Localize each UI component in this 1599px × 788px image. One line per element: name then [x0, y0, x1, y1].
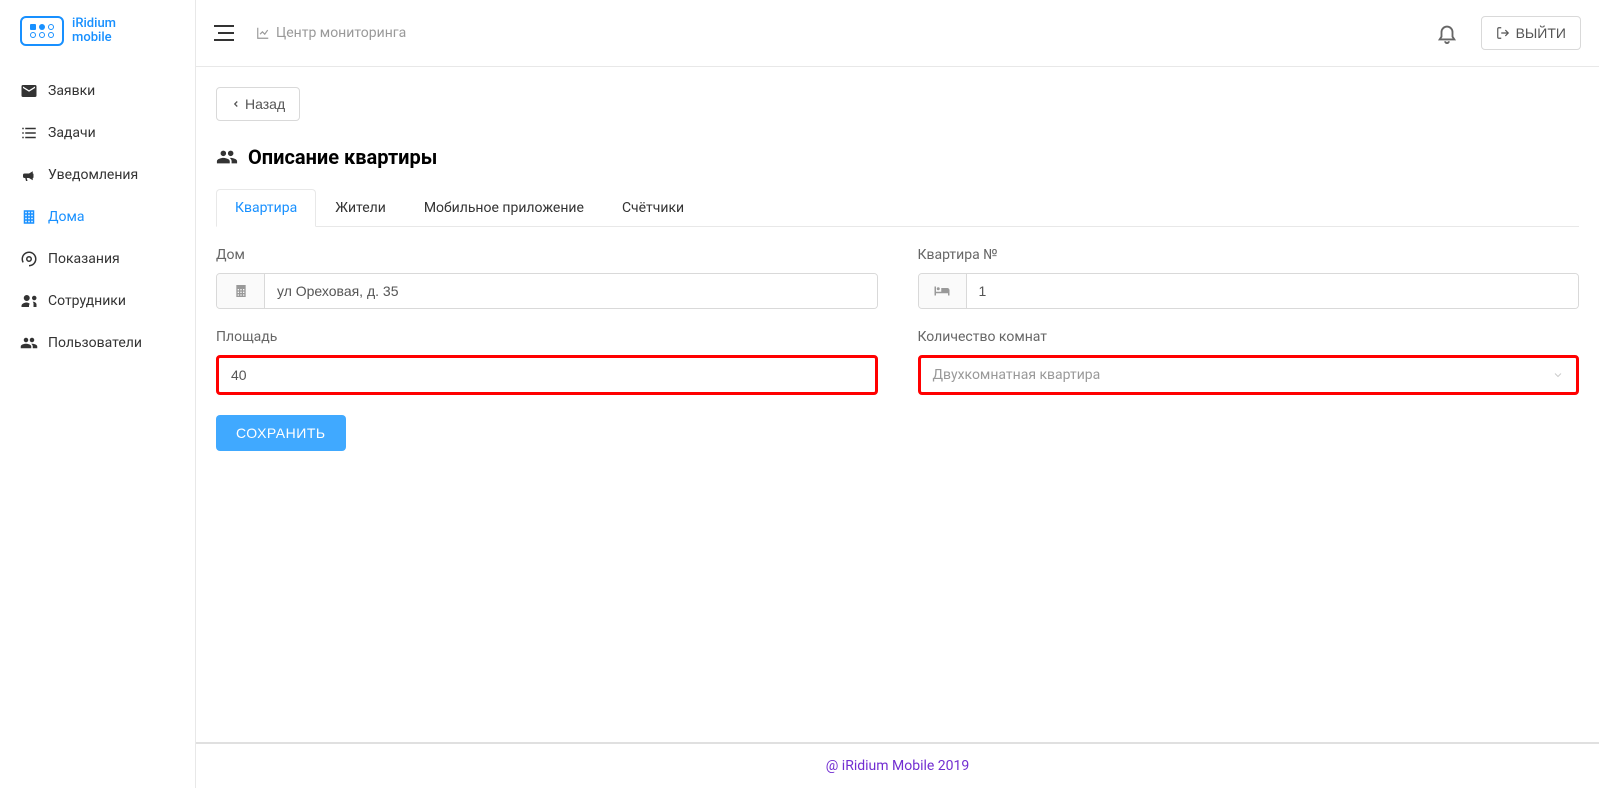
tab-meters[interactable]: Счётчики [603, 189, 703, 227]
nav-label: Пользователи [48, 335, 142, 351]
users-icon [20, 334, 38, 352]
page-title: Описание квартиры [248, 145, 437, 169]
nav-label: Дома [48, 209, 85, 225]
chevron-down-icon [1552, 369, 1564, 381]
logo-text: iRidium mobile [72, 17, 116, 46]
footer-text: @ iRidium Mobile 2019 [826, 758, 970, 774]
save-button[interactable]: СОХРАНИТЬ [216, 415, 346, 451]
content: Назад Описание квартиры Квартира Жители … [196, 67, 1599, 742]
tab-residents[interactable]: Жители [316, 189, 405, 227]
nav-item-tasks[interactable]: Задачи [0, 112, 195, 154]
users-cog-icon [20, 292, 38, 310]
logo[interactable]: iRidium mobile [0, 0, 195, 62]
building-icon [20, 208, 38, 226]
gauge-icon [20, 250, 38, 268]
nav: Заявки Задачи Уведомления Дома [0, 62, 195, 372]
nav-item-requests[interactable]: Заявки [0, 70, 195, 112]
logout-button[interactable]: ВЫЙТИ [1481, 16, 1581, 50]
nav-item-notifications[interactable]: Уведомления [0, 154, 195, 196]
logout-label: ВЫЙТИ [1516, 25, 1566, 41]
footer: @ iRidium Mobile 2019 [196, 742, 1599, 788]
area-input[interactable] [216, 355, 878, 395]
tab-apartment[interactable]: Квартира [216, 189, 316, 227]
main: Центр мониторинга ВЫЙТИ [196, 0, 1599, 788]
area-label: Площадь [216, 329, 878, 345]
list-icon [20, 124, 38, 142]
nav-item-users[interactable]: Пользователи [0, 322, 195, 364]
bed-icon [919, 274, 967, 308]
nav-label: Сотрудники [48, 293, 126, 309]
house-input-group [216, 273, 878, 309]
sidebar: iRidium mobile Заявки Задачи [0, 0, 196, 788]
topbar: Центр мониторинга ВЫЙТИ [196, 0, 1599, 67]
apt-input-group [918, 273, 1580, 309]
rooms-select[interactable]: Двухкомнатная квартира [918, 355, 1580, 395]
nav-label: Заявки [48, 83, 95, 99]
building-icon [217, 274, 265, 308]
nav-item-readings[interactable]: Показания [0, 238, 195, 280]
nav-item-employees[interactable]: Сотрудники [0, 280, 195, 322]
users-icon [216, 146, 238, 168]
back-label: Назад [245, 96, 285, 112]
back-button[interactable]: Назад [216, 87, 300, 121]
menu-toggle-button[interactable] [214, 25, 234, 41]
nav-label: Уведомления [48, 167, 138, 183]
rooms-label: Количество комнат [918, 329, 1580, 345]
chart-icon [256, 26, 270, 40]
monitoring-link[interactable]: Центр мониторинга [256, 25, 406, 41]
monitoring-label: Центр мониторинга [276, 25, 406, 41]
rooms-value: Двухкомнатная квартира [933, 367, 1101, 383]
save-label: СОХРАНИТЬ [236, 425, 326, 441]
house-label: Дом [216, 247, 878, 263]
bell-icon [1436, 22, 1458, 44]
megaphone-icon [20, 166, 38, 184]
tab-mobile-app[interactable]: Мобильное приложение [405, 189, 603, 227]
nav-label: Показания [48, 251, 120, 267]
nav-label: Задачи [48, 125, 96, 141]
page-header: Описание квартиры [216, 145, 1579, 169]
logo-icon [20, 16, 64, 46]
chevron-left-icon [231, 98, 241, 110]
house-input[interactable] [265, 274, 877, 308]
notifications-button[interactable] [1433, 19, 1461, 47]
nav-item-houses[interactable]: Дома [0, 196, 195, 238]
apt-input[interactable] [967, 274, 1579, 308]
tabs: Квартира Жители Мобильное приложение Счё… [216, 189, 1579, 227]
apt-label: Квартира № [918, 247, 1580, 263]
logout-icon [1496, 26, 1510, 40]
envelope-icon [20, 82, 38, 100]
